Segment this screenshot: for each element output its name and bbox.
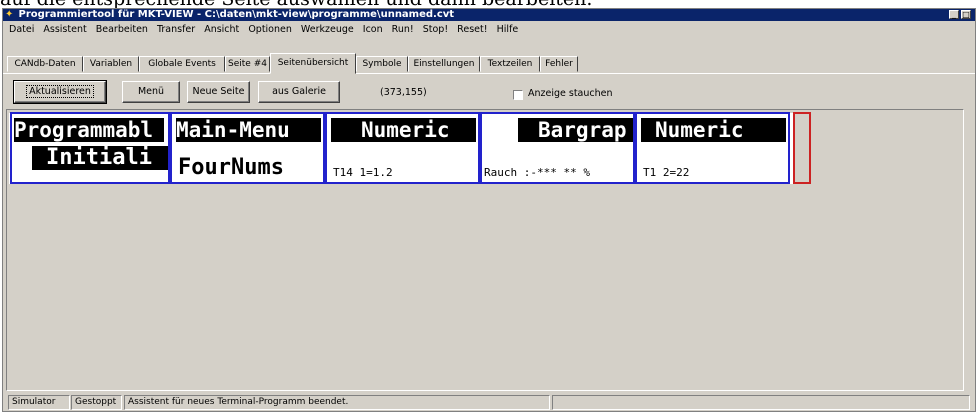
refresh-button-label: Aktualisieren: [26, 85, 94, 98]
tab-symbole[interactable]: Symbole: [356, 56, 408, 72]
page-thumb-1[interactable]: Programmabl Initiali: [10, 112, 170, 184]
tab-globale-events[interactable]: Globale Events: [139, 56, 225, 72]
tab-fehler[interactable]: Fehler: [540, 56, 578, 72]
compress-checkbox[interactable]: [513, 90, 523, 100]
menu-icon[interactable]: Icon: [363, 24, 383, 35]
window-title: Programmiertool für MKT-VIEW - C:\daten\…: [18, 9, 455, 20]
page-thumb-line: T14 1=1.2: [333, 166, 393, 179]
status-empty-panel: [552, 395, 970, 410]
page-thumb-header: Main-Menu: [176, 118, 321, 142]
menu-reset[interactable]: Reset!: [457, 24, 487, 35]
menu-button[interactable]: Menü: [122, 81, 180, 103]
tab-seite-4[interactable]: Seite #4: [225, 56, 270, 72]
status-state: Gestoppt: [71, 395, 122, 410]
page-thumb-2[interactable]: Main-Menu FourNums: [170, 112, 325, 184]
menu-bar: Datei Assistent Bearbeiten Transfer Ansi…: [3, 22, 975, 38]
status-message: Assistent für neues Terminal-Programm be…: [124, 395, 550, 410]
status-bar: Simulator Gestoppt Assistent für neues T…: [4, 395, 970, 411]
tab-textzeilen[interactable]: Textzeilen: [480, 56, 540, 72]
app-icon: ✦: [5, 9, 14, 20]
page-thumb-header: Bargrap: [518, 118, 633, 142]
page-thumb-3[interactable]: Numeric T14 1=1.2: [325, 112, 480, 184]
page-thumb-header: Numeric: [641, 118, 786, 142]
menu-datei[interactable]: Datei: [9, 24, 34, 35]
minimize-button[interactable]: _: [949, 10, 959, 19]
page-thumb-selected-empty[interactable]: [793, 112, 811, 184]
menu-stop[interactable]: Stop!: [423, 24, 448, 35]
menu-assistent[interactable]: Assistent: [43, 24, 86, 35]
tab-seitenuebersicht[interactable]: Seitenübersicht: [270, 53, 356, 74]
tab-candb-daten[interactable]: CANdb-Daten: [7, 56, 83, 72]
status-mode: Simulator: [8, 395, 70, 410]
gallery-button[interactable]: aus Galerie: [258, 81, 340, 103]
title-bar: ✦ Programmiertool für MKT-VIEW - C:\date…: [3, 9, 975, 21]
compress-label: Anzeige stauchen: [528, 88, 613, 99]
page-thumb-line: T1 2=22: [643, 166, 690, 179]
menu-ansicht[interactable]: Ansicht: [204, 24, 239, 35]
new-page-button[interactable]: Neue Seite: [187, 81, 250, 103]
page-thumb-header: Programmabl: [14, 118, 164, 142]
document-text-above: auf die entsprechende Seite auswählen un…: [0, 0, 978, 8]
page-thumb-4[interactable]: Bargrap Rauch :-*** ** %: [480, 112, 635, 184]
refresh-button[interactable]: Aktualisieren: [13, 80, 107, 104]
menu-werkzeuge[interactable]: Werkzeuge: [301, 24, 354, 35]
menu-optionen[interactable]: Optionen: [248, 24, 292, 35]
tab-einstellungen[interactable]: Einstellungen: [408, 56, 480, 72]
page-thumb-line: FourNums: [178, 155, 284, 180]
maximize-button[interactable]: □: [961, 10, 971, 19]
tab-variablen[interactable]: Variablen: [83, 56, 139, 72]
page-thumb-header: Numeric: [331, 118, 476, 142]
tab-bar: CANdb-Daten Variablen Globale Events Sei…: [3, 53, 975, 74]
menu-run[interactable]: Run!: [392, 24, 414, 35]
menu-hilfe[interactable]: Hilfe: [497, 24, 519, 35]
menu-bearbeiten[interactable]: Bearbeiten: [96, 24, 148, 35]
page-thumb-line: Rauch :-*** ** %: [484, 166, 590, 179]
cursor-coordinates: (373,155): [380, 87, 427, 98]
page-thumb-5[interactable]: Numeric T1 2=22: [635, 112, 790, 184]
menu-transfer[interactable]: Transfer: [157, 24, 195, 35]
page-thumb-line: Initiali: [32, 146, 168, 170]
